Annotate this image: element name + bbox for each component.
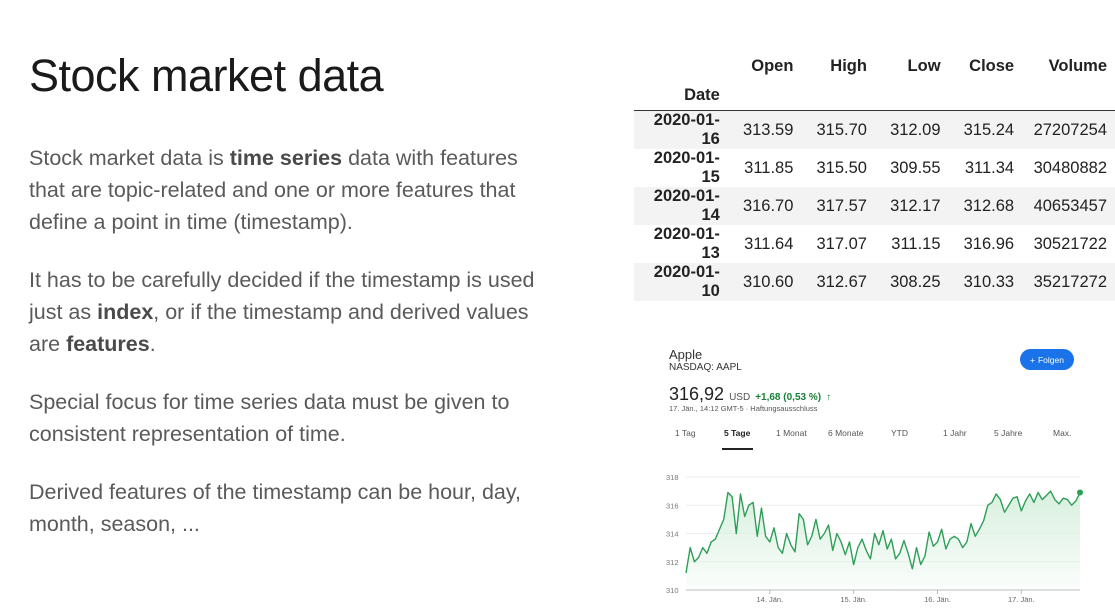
column-header-low: Low (907, 56, 941, 75)
cell-high: 312.67 (816, 272, 867, 291)
latest-price-point (1077, 489, 1083, 496)
range-tabs: 1 Tag 5 Tage 1 Monat 6 Monate YTD 1 Jahr… (660, 428, 1085, 450)
x-tick-label: 15. Jän. (840, 595, 867, 604)
cell-volume: 30480882 (1033, 158, 1107, 177)
y-tick-label: 316 (666, 501, 679, 510)
cell-volume: 27207254 (1033, 120, 1107, 139)
column-header-close: Close (969, 56, 1015, 75)
active-tab-indicator (722, 448, 753, 450)
cell-open: 311.64 (744, 234, 794, 253)
y-tick-label: 310 (666, 586, 679, 595)
cell-open: 316.70 (742, 196, 794, 215)
price-area (686, 491, 1080, 590)
cell-close: 316.96 (963, 234, 1015, 253)
cell-volume: 40653457 (1033, 196, 1107, 215)
cell-volume: 30521722 (1033, 234, 1107, 253)
tab-5-tage[interactable]: 5 Tage (724, 428, 750, 438)
cell-volume: 35217272 (1033, 272, 1107, 291)
y-tick-label: 318 (666, 473, 679, 482)
tab-5-jahre[interactable]: 5 Jahre (994, 428, 1022, 438)
tab-1-monat[interactable]: 1 Monat (776, 428, 807, 438)
cell-low: 308.25 (890, 272, 941, 291)
y-tick-label: 312 (666, 558, 679, 567)
cell-date: 2020-01-15 (653, 149, 720, 186)
x-tick-label: 16. Jän. (924, 595, 951, 604)
exchange-ticker: NASDAQ: AAPL (669, 362, 742, 373)
cell-low: 309.55 (890, 158, 941, 177)
price-timestamp: 17. Jän., 14:12 GMT-5 · Haftungsausschlu… (669, 404, 818, 413)
cell-high: 317.57 (816, 196, 867, 215)
stock-data-table: Open High Low Close Volume Date 2020-01-… (634, 52, 1115, 301)
cell-low: 312.09 (890, 120, 941, 139)
tab-max[interactable]: Max. (1053, 428, 1071, 438)
paragraph-representation: Special focus for time series data must … (29, 390, 510, 446)
cell-date: 2020-01-14 (653, 187, 720, 224)
table-row: 2020-01-16 313.59 315.70 312.09 315.24 2… (634, 110, 1115, 149)
table-row: 2020-01-10 310.60 312.67 308.25 310.33 3… (634, 263, 1115, 301)
x-tick-label: 17. Jän. (1008, 595, 1035, 604)
column-header-volume: Volume (1048, 56, 1107, 75)
follow-button[interactable]: + Folgen (1020, 349, 1074, 370)
cell-close: 311.34 (964, 158, 1015, 177)
stock-price: 316,92 (669, 384, 725, 404)
cell-high: 315.70 (816, 120, 867, 139)
cell-close: 315.24 (963, 120, 1015, 139)
cell-date: 2020-01-10 (653, 263, 720, 300)
index-header-date: Date (634, 80, 728, 111)
table-row: 2020-01-14 316.70 317.57 312.17 312.68 4… (634, 187, 1115, 225)
arrow-up-icon: ↑ (826, 392, 832, 403)
slide-title: Stock market data (29, 50, 384, 101)
x-tick-label: 14. Jän. (756, 595, 783, 604)
table-row: 2020-01-13 311.64 317.07 311.15 316.96 3… (634, 225, 1115, 263)
cell-low: 311.15 (891, 234, 941, 253)
stock-card: Apple NASDAQ: AAPL + Folgen 316,92 USD +… (660, 340, 1090, 610)
tab-1-tag[interactable]: 1 Tag (675, 428, 696, 438)
cell-open: 311.85 (744, 158, 794, 177)
cell-close: 310.33 (963, 272, 1015, 291)
cell-close: 312.68 (963, 196, 1015, 215)
price-change: +1,68 (0,53 %) (755, 392, 822, 403)
cell-open: 313.59 (742, 120, 794, 139)
tab-6-monate[interactable]: 6 Monate (828, 428, 863, 438)
cell-date: 2020-01-16 (653, 111, 720, 148)
paragraph-index-features: It has to be carefully decided if the ti… (29, 268, 535, 356)
company-name: Apple (669, 347, 703, 362)
cell-high: 317.07 (816, 234, 867, 253)
cell-high: 315.50 (816, 158, 867, 177)
currency-label: USD (729, 392, 751, 403)
tab-ytd[interactable]: YTD (891, 428, 908, 438)
cell-date: 2020-01-13 (653, 225, 720, 262)
cell-open: 310.60 (742, 272, 794, 291)
column-header-open: Open (751, 56, 794, 75)
body-text: Stock market data is time series data wi… (29, 142, 549, 566)
plus-icon: + (1030, 354, 1035, 365)
table-row: 2020-01-15 311.85 315.50 309.55 311.34 3… (634, 149, 1115, 187)
tab-1-jahr[interactable]: 1 Jahr (943, 428, 967, 438)
cell-low: 312.17 (890, 196, 941, 215)
stock-price-chart: 310 312 314 316 318 14. Jän. 15. Jän. 16. Jän. 1… (666, 473, 1083, 604)
column-header-high: High (830, 56, 867, 75)
price-row: 316,92 USD +1,68 (0,53 %) ↑ (669, 384, 831, 405)
paragraph-derived-features: Derived features of the timestamp can be… (29, 480, 521, 536)
follow-button-label: Folgen (1037, 354, 1064, 365)
paragraph-time-series: Stock market data is time series data wi… (29, 146, 518, 234)
y-tick-label: 314 (666, 530, 679, 539)
